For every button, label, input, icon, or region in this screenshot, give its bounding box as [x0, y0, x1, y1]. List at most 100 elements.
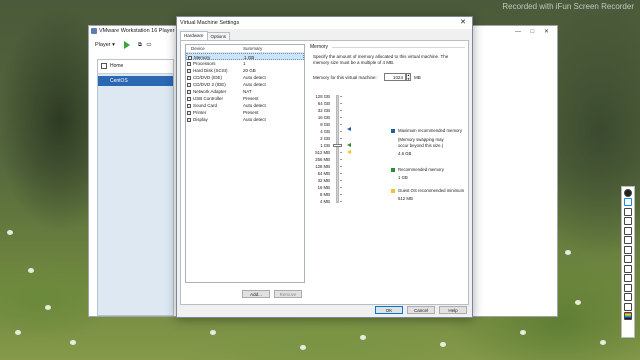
device-row-sound[interactable]: Sound Card Auto detect	[186, 102, 304, 109]
memory-field-label: Memory for this virtual machine:	[313, 75, 377, 80]
memory-scale-label: 16 GB	[317, 114, 330, 120]
device-row-cd-dvd[interactable]: CD/DVD (IDE) Auto detect	[186, 74, 304, 81]
pen-tool-icon[interactable]	[624, 217, 632, 225]
device-row-processors[interactable]: Processors 1	[186, 60, 304, 67]
device-list[interactable]: Device Summary Memory 1 GB Processors 1 …	[185, 44, 305, 283]
memory-scale-label: 16 MB	[317, 184, 330, 190]
device-name: Processors	[193, 61, 216, 66]
guest-minimum-marker-icon	[347, 149, 351, 154]
text-tool-icon[interactable]	[624, 283, 632, 292]
device-row-network[interactable]: Network Adapter NAT	[186, 88, 304, 95]
max-recommended-value: 4.6 GB	[398, 151, 412, 156]
memory-slider-thumb[interactable]	[333, 143, 342, 147]
arrow-tool-icon[interactable]	[624, 255, 632, 263]
recommended-value: 1 GB	[398, 175, 408, 180]
recommended-swatch	[391, 168, 395, 172]
cursor-tool-icon[interactable]	[624, 198, 632, 206]
memory-scale-tick	[340, 173, 342, 174]
memory-scale-label: 256 MB	[315, 156, 330, 162]
memory-scale-label: 8 MB	[319, 191, 330, 197]
device-row-usb[interactable]: USB Controller Present	[186, 95, 304, 102]
maximize-icon[interactable]: □	[531, 29, 535, 35]
device-row-memory[interactable]: Memory 1 GB	[186, 53, 304, 60]
device-row-printer[interactable]: Printer Present	[186, 109, 304, 116]
rectangle-tool-icon[interactable]	[624, 264, 632, 273]
memory-scale-label: 2 GB	[320, 135, 330, 141]
device-row-display[interactable]: Display Auto detect	[186, 116, 304, 123]
player-title: VMware Workstation 16 Player (No	[99, 28, 185, 34]
memory-scale-tick	[340, 180, 342, 181]
device-summary: 1	[243, 61, 246, 66]
memory-scale-tick	[340, 194, 342, 195]
help-button[interactable]: Help	[439, 306, 467, 314]
player-menu[interactable]: Player	[95, 42, 111, 48]
ok-button[interactable]: OK	[375, 306, 403, 314]
summary-column-header: Summary	[243, 46, 263, 51]
cd-dvd-icon	[187, 75, 191, 80]
hard-disk-icon	[187, 68, 191, 73]
dialog-title: Virtual Machine Settings	[180, 20, 240, 26]
trash-tool-icon[interactable]	[624, 302, 632, 311]
memory-scale-label: 64 MB	[317, 170, 330, 176]
memory-description: Specify the amount of memory allocated t…	[313, 54, 449, 65]
toolbar-icon[interactable]: ⧉	[138, 42, 142, 48]
library-vm-item[interactable]: CentOS	[98, 76, 173, 86]
line-tool-icon[interactable]	[624, 245, 632, 254]
color-palette-icon[interactable]	[624, 312, 632, 320]
device-name: CD/DVD 2 (IDE)	[193, 82, 226, 87]
dropdown-icon[interactable]: ▾	[112, 42, 115, 48]
close-icon[interactable]: ✕	[460, 17, 466, 29]
highlighter-tool-icon[interactable]	[624, 226, 632, 235]
undo-tool-icon[interactable]	[624, 293, 632, 301]
ellipse-tool-icon[interactable]	[624, 274, 632, 282]
device-row-cd-dvd-2[interactable]: CD/DVD 2 (IDE) Auto detect	[186, 81, 304, 88]
vm-name: CentOS	[110, 78, 128, 84]
recommended-title: Recommended memory	[398, 167, 444, 172]
home-icon	[101, 63, 107, 69]
player-toolbar: Player ▾ ⧉ ▭	[95, 39, 152, 51]
recorder-logo-icon[interactable]	[624, 188, 632, 197]
library-home[interactable]: Home	[98, 60, 173, 74]
device-row-hard-disk[interactable]: Hard Disk (SCSI) 20 GB	[186, 67, 304, 74]
close-icon[interactable]: ✕	[544, 29, 549, 35]
flower-decoration	[45, 305, 51, 310]
toolbar-icon[interactable]: ▭	[146, 42, 151, 48]
recorder-watermark: Recorded with iFun Screen Recorder	[502, 2, 634, 11]
memory-scale-tick	[340, 117, 342, 118]
minimize-icon[interactable]: —	[515, 29, 521, 35]
recommended-marker-icon	[347, 142, 351, 147]
cancel-button[interactable]: Cancel	[407, 306, 435, 314]
memory-size-input[interactable]: 1024	[384, 73, 406, 81]
device-list-header: Device Summary	[186, 45, 304, 53]
max-recommended-swatch	[391, 129, 395, 133]
memory-scale-label: 8 GB	[320, 121, 330, 127]
device-name: Network Adapter	[193, 89, 227, 94]
device-name: Hard Disk (SCSI)	[193, 68, 228, 73]
device-column-header: Device	[191, 46, 205, 51]
device-name: Display	[193, 117, 208, 122]
spin-down-icon[interactable]: ▼	[407, 77, 410, 82]
memory-scale-label: 128 GB	[315, 93, 330, 99]
memory-group: Memory Specify the amount of memory allo…	[310, 44, 465, 264]
device-summary: Present	[243, 110, 259, 115]
memory-unit: MB	[414, 75, 421, 80]
guest-minimum-value: 512 MB	[398, 196, 413, 201]
memory-spinner[interactable]: ▲ ▼	[406, 73, 411, 81]
flower-decoration	[300, 345, 306, 350]
guest-minimum-title: Guest OS recommended minimum	[398, 188, 465, 193]
add-device-button[interactable]: Add...	[242, 290, 270, 298]
device-summary: Auto detect	[243, 82, 266, 87]
eraser-tool-icon[interactable]	[624, 236, 632, 244]
play-icon[interactable]	[124, 40, 131, 49]
memory-scale-tick	[340, 138, 342, 139]
remove-device-button[interactable]: Remove	[274, 290, 302, 298]
flower-decoration	[7, 230, 13, 235]
memory-scale-tick	[340, 152, 342, 153]
memory-slider-track[interactable]	[336, 95, 339, 203]
memory-scale-label: 32 MB	[317, 177, 330, 183]
flower-decoration	[600, 340, 606, 345]
memory-scale-label: 128 MB	[315, 163, 330, 169]
flower-decoration	[360, 335, 366, 340]
pointer-tool-icon[interactable]	[624, 207, 632, 216]
flower-decoration	[520, 330, 526, 335]
